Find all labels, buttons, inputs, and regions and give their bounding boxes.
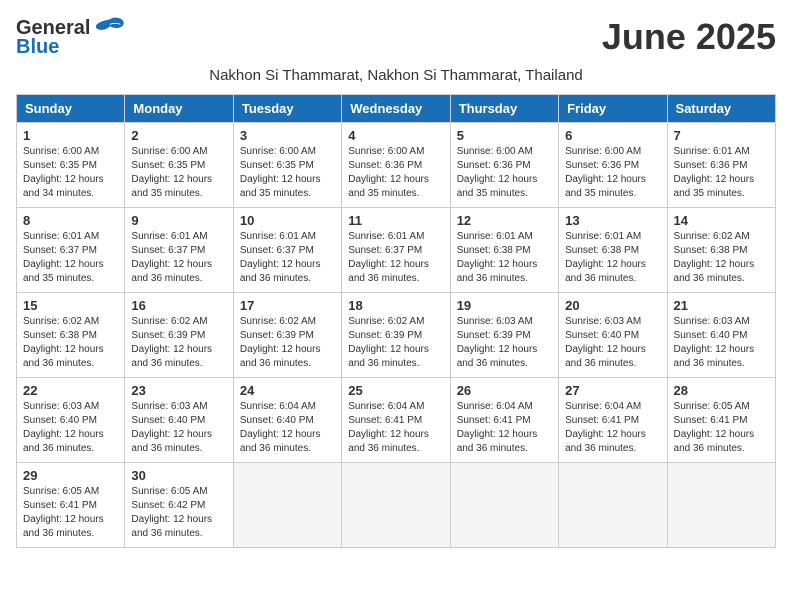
calendar-table: Sunday Monday Tuesday Wednesday Thursday… — [16, 94, 776, 548]
table-row: 8 Sunrise: 6:01 AM Sunset: 6:37 PM Dayli… — [17, 208, 776, 293]
table-row: 1 Sunrise: 6:00 AM Sunset: 6:35 PM Dayli… — [17, 123, 776, 208]
day-cell-17: 17 Sunrise: 6:02 AM Sunset: 6:39 PM Dayl… — [233, 293, 341, 378]
day-cell-16: 16 Sunrise: 6:02 AM Sunset: 6:39 PM Dayl… — [125, 293, 233, 378]
day-cell-5: 5 Sunrise: 6:00 AM Sunset: 6:36 PM Dayli… — [450, 123, 558, 208]
day-cell-11: 11 Sunrise: 6:01 AM Sunset: 6:37 PM Dayl… — [342, 208, 450, 293]
logo-bird-icon — [94, 16, 126, 40]
day-cell-9: 9 Sunrise: 6:01 AM Sunset: 6:37 PM Dayli… — [125, 208, 233, 293]
col-wednesday: Wednesday — [342, 95, 450, 123]
day-cell-empty — [233, 463, 341, 548]
location-title: Nakhon Si Thammarat, Nakhon Si Thammarat… — [16, 67, 776, 84]
day-cell-1: 1 Sunrise: 6:00 AM Sunset: 6:35 PM Dayli… — [17, 123, 125, 208]
day-cell-30: 30 Sunrise: 6:05 AM Sunset: 6:42 PM Dayl… — [125, 463, 233, 548]
day-cell-23: 23 Sunrise: 6:03 AM Sunset: 6:40 PM Dayl… — [125, 378, 233, 463]
day-cell-empty — [342, 463, 450, 548]
col-monday: Monday — [125, 95, 233, 123]
day-cell-empty — [667, 463, 775, 548]
col-friday: Friday — [559, 95, 667, 123]
day-cell-6: 6 Sunrise: 6:00 AM Sunset: 6:36 PM Dayli… — [559, 123, 667, 208]
day-cell-8: 8 Sunrise: 6:01 AM Sunset: 6:37 PM Dayli… — [17, 208, 125, 293]
day-cell-empty — [450, 463, 558, 548]
day-cell-14: 14 Sunrise: 6:02 AM Sunset: 6:38 PM Dayl… — [667, 208, 775, 293]
day-cell-25: 25 Sunrise: 6:04 AM Sunset: 6:41 PM Dayl… — [342, 378, 450, 463]
logo: General Blue — [16, 16, 126, 59]
logo-blue-text: Blue — [16, 36, 59, 59]
day-cell-28: 28 Sunrise: 6:05 AM Sunset: 6:41 PM Dayl… — [667, 378, 775, 463]
day-cell-13: 13 Sunrise: 6:01 AM Sunset: 6:38 PM Dayl… — [559, 208, 667, 293]
col-tuesday: Tuesday — [233, 95, 341, 123]
table-row: 15 Sunrise: 6:02 AM Sunset: 6:38 PM Dayl… — [17, 293, 776, 378]
day-cell-12: 12 Sunrise: 6:01 AM Sunset: 6:38 PM Dayl… — [450, 208, 558, 293]
day-cell-empty — [559, 463, 667, 548]
day-cell-24: 24 Sunrise: 6:04 AM Sunset: 6:40 PM Dayl… — [233, 378, 341, 463]
day-cell-15: 15 Sunrise: 6:02 AM Sunset: 6:38 PM Dayl… — [17, 293, 125, 378]
col-sunday: Sunday — [17, 95, 125, 123]
day-cell-3: 3 Sunrise: 6:00 AM Sunset: 6:35 PM Dayli… — [233, 123, 341, 208]
col-thursday: Thursday — [450, 95, 558, 123]
table-row: 22 Sunrise: 6:03 AM Sunset: 6:40 PM Dayl… — [17, 378, 776, 463]
day-cell-18: 18 Sunrise: 6:02 AM Sunset: 6:39 PM Dayl… — [342, 293, 450, 378]
day-cell-7: 7 Sunrise: 6:01 AM Sunset: 6:36 PM Dayli… — [667, 123, 775, 208]
table-row: 29 Sunrise: 6:05 AM Sunset: 6:41 PM Dayl… — [17, 463, 776, 548]
day-cell-10: 10 Sunrise: 6:01 AM Sunset: 6:37 PM Dayl… — [233, 208, 341, 293]
month-title: June 2025 — [602, 16, 776, 58]
day-cell-27: 27 Sunrise: 6:04 AM Sunset: 6:41 PM Dayl… — [559, 378, 667, 463]
day-cell-20: 20 Sunrise: 6:03 AM Sunset: 6:40 PM Dayl… — [559, 293, 667, 378]
day-cell-2: 2 Sunrise: 6:00 AM Sunset: 6:35 PM Dayli… — [125, 123, 233, 208]
day-cell-4: 4 Sunrise: 6:00 AM Sunset: 6:36 PM Dayli… — [342, 123, 450, 208]
day-cell-19: 19 Sunrise: 6:03 AM Sunset: 6:39 PM Dayl… — [450, 293, 558, 378]
day-cell-21: 21 Sunrise: 6:03 AM Sunset: 6:40 PM Dayl… — [667, 293, 775, 378]
day-cell-26: 26 Sunrise: 6:04 AM Sunset: 6:41 PM Dayl… — [450, 378, 558, 463]
day-cell-29: 29 Sunrise: 6:05 AM Sunset: 6:41 PM Dayl… — [17, 463, 125, 548]
col-saturday: Saturday — [667, 95, 775, 123]
day-cell-22: 22 Sunrise: 6:03 AM Sunset: 6:40 PM Dayl… — [17, 378, 125, 463]
